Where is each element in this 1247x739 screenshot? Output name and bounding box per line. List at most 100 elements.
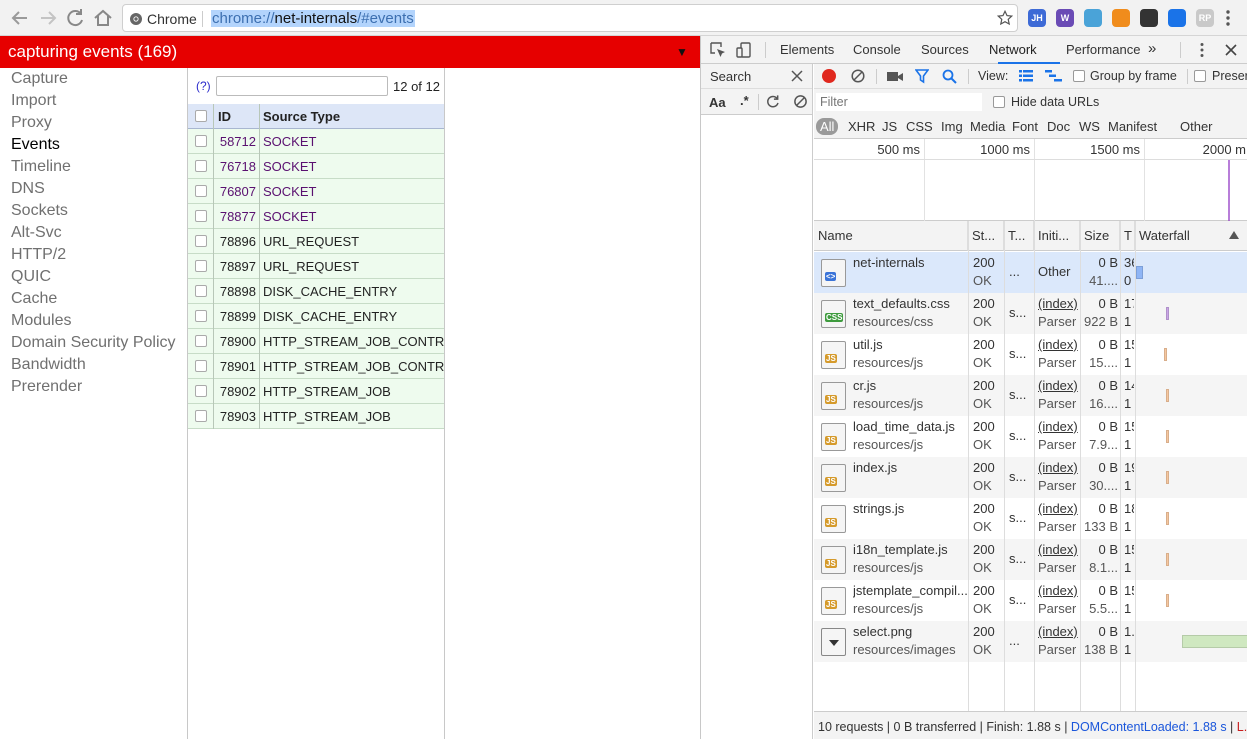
request-initiator[interactable]: (index): [1038, 501, 1078, 516]
ni-tab-quic[interactable]: QUIC: [11, 268, 51, 286]
request-initiator[interactable]: (index): [1038, 583, 1078, 598]
event-row-checkbox[interactable]: [195, 235, 207, 247]
event-row[interactable]: 78897 URL_REQUEST: [188, 254, 444, 279]
event-row[interactable]: 78903 HTTP_STREAM_JOB: [188, 404, 444, 429]
profile-extension-icon[interactable]: RP: [1196, 9, 1214, 27]
event-row-checkbox[interactable]: [195, 360, 207, 372]
qr-code-icon[interactable]: [1140, 9, 1158, 27]
inspect-element-icon[interactable]: [709, 41, 727, 59]
column-header-initi-3[interactable]: Initi...: [1034, 221, 1080, 251]
event-id[interactable]: 78902: [216, 384, 256, 399]
ni-tab-domain-security-policy[interactable]: Domain Security Policy: [11, 334, 176, 352]
event-row-checkbox[interactable]: [195, 260, 207, 272]
search-magnifier-icon[interactable]: [942, 69, 957, 84]
event-id[interactable]: 78877: [216, 209, 256, 224]
column-header-st-1[interactable]: St...: [968, 221, 1004, 251]
event-id[interactable]: 76718: [216, 159, 256, 174]
event-id[interactable]: 78897: [216, 259, 256, 274]
ni-tab-http-2[interactable]: HTTP/2: [11, 246, 66, 264]
bookmark-star-icon[interactable]: [996, 9, 1014, 27]
ni-tab-cache[interactable]: Cache: [11, 290, 57, 308]
address-bar[interactable]: Chrome chrome://net-internals/#events: [122, 4, 1018, 32]
request-row[interactable]: JS cr.js resources/js 200 OK (index) Parser 0 B…: [814, 375, 1247, 416]
id-column-header[interactable]: ID: [218, 109, 258, 124]
event-id[interactable]: 76807: [216, 184, 256, 199]
event-id[interactable]: 58712: [216, 134, 256, 149]
large-rows-icon[interactable]: [1019, 70, 1033, 82]
request-row[interactable]: JS strings.js 200 OK (index) Parser 0 B 133 B 18…: [814, 498, 1247, 539]
request-initiator[interactable]: (index): [1038, 460, 1078, 475]
ni-tab-modules[interactable]: Modules: [11, 312, 71, 330]
react-devtools-icon[interactable]: [1084, 9, 1102, 27]
close-search-icon[interactable]: [791, 70, 803, 82]
type-filter-js[interactable]: JS: [882, 119, 897, 134]
event-row[interactable]: 76718 SOCKET: [188, 154, 444, 179]
event-row[interactable]: 78896 URL_REQUEST: [188, 229, 444, 254]
ni-tab-events[interactable]: Events: [11, 136, 60, 154]
home-button[interactable]: [91, 6, 115, 30]
reload-button[interactable]: [63, 6, 87, 30]
event-row-checkbox[interactable]: [195, 160, 207, 172]
event-row[interactable]: 78902 HTTP_STREAM_JOB: [188, 379, 444, 404]
ni-tab-alt-svc[interactable]: Alt-Svc: [11, 224, 62, 242]
type-filter-font[interactable]: Font: [1012, 119, 1038, 134]
request-initiator[interactable]: (index): [1038, 378, 1078, 393]
event-row[interactable]: 78877 SOCKET: [188, 204, 444, 229]
back-button[interactable]: [8, 6, 32, 30]
devtools-tab-console[interactable]: Console: [853, 42, 901, 57]
event-row-checkbox[interactable]: [195, 335, 207, 347]
match-case-button[interactable]: Aa: [709, 95, 726, 110]
type-filter-manifest[interactable]: Manifest: [1108, 119, 1157, 134]
event-row[interactable]: 78901 HTTP_STREAM_JOB_CONTROLLER: [188, 354, 444, 379]
type-filter-all[interactable]: All: [816, 118, 839, 135]
sort-ascending-icon[interactable]: [1229, 231, 1239, 239]
ni-tab-dns[interactable]: DNS: [11, 180, 45, 198]
event-row-checkbox[interactable]: [195, 310, 207, 322]
event-row-checkbox[interactable]: [195, 385, 207, 397]
ni-tab-sockets[interactable]: Sockets: [11, 202, 68, 220]
request-initiator[interactable]: (index): [1038, 419, 1078, 434]
request-row[interactable]: JS load_time_data.js resources/js 200 OK (ind…: [814, 416, 1247, 457]
devtools-menu-icon[interactable]: [1198, 41, 1206, 59]
column-header-size-4[interactable]: Size: [1080, 221, 1120, 251]
event-row[interactable]: 58712 SOCKET: [188, 129, 444, 154]
filter-funnel-icon[interactable]: [915, 69, 929, 84]
column-header-t-2[interactable]: T...: [1004, 221, 1034, 251]
ni-tab-import[interactable]: Import: [11, 92, 56, 110]
clear-search-icon[interactable]: [793, 94, 808, 109]
request-row[interactable]: select.png resources/images 200 OK (index) Pa…: [814, 621, 1247, 662]
column-header-name-0[interactable]: Name: [814, 221, 968, 251]
event-id[interactable]: 78899: [216, 309, 256, 324]
type-filter-css[interactable]: CSS: [906, 119, 933, 134]
event-id[interactable]: 78900: [216, 334, 256, 349]
request-row[interactable]: JS util.js resources/js 200 OK (index) Parser 0…: [814, 334, 1247, 375]
type-filter-img[interactable]: Img: [941, 119, 963, 134]
devtools-tab-sources[interactable]: Sources: [921, 42, 969, 57]
clear-log-icon[interactable]: [851, 69, 865, 83]
events-filter-input[interactable]: [216, 76, 388, 96]
event-row-checkbox[interactable]: [195, 135, 207, 147]
event-id[interactable]: 78898: [216, 284, 256, 299]
event-row-checkbox[interactable]: [195, 410, 207, 422]
event-row-checkbox[interactable]: [195, 285, 207, 297]
forward-button[interactable]: [36, 6, 60, 30]
request-row[interactable]: JS index.js 200 OK (index) Parser 0 B 30.... 19 1…: [814, 457, 1247, 498]
hide-data-urls-checkbox[interactable]: [993, 96, 1005, 108]
ni-tab-proxy[interactable]: Proxy: [11, 114, 52, 132]
request-row[interactable]: CSS text_defaults.css resources/css 200 OK (i…: [814, 293, 1247, 334]
request-row[interactable]: <> net-internals 200 OK Other 0 B 41.... 36 0...: [814, 252, 1247, 293]
recycle-icon[interactable]: [1168, 9, 1186, 27]
request-row[interactable]: JS jstemplate_compil... resources/js 200 OK (…: [814, 580, 1247, 621]
event-row-checkbox[interactable]: [195, 185, 207, 197]
overview-waterfall-icon[interactable]: [1045, 70, 1062, 82]
ni-tab-timeline[interactable]: Timeline: [11, 158, 71, 176]
type-filter-doc[interactable]: Doc: [1047, 119, 1070, 134]
more-tabs-button[interactable]: »: [1148, 40, 1156, 57]
postman-icon[interactable]: [1112, 9, 1130, 27]
request-initiator[interactable]: (index): [1038, 624, 1078, 639]
record-button-icon[interactable]: [822, 69, 836, 83]
device-toolbar-icon[interactable]: [735, 41, 753, 59]
regex-button[interactable]: .*: [740, 93, 749, 108]
group-by-frame-checkbox[interactable]: [1073, 70, 1085, 82]
type-filter-ws[interactable]: WS: [1079, 119, 1100, 134]
